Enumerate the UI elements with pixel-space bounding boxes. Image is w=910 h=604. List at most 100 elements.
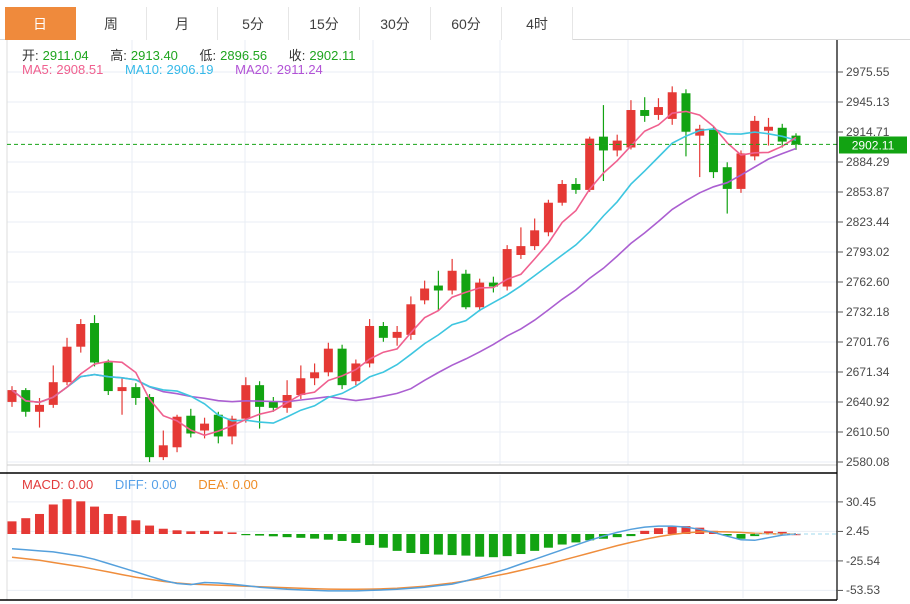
candle-body	[750, 121, 759, 157]
kline-chart-canvas[interactable]	[0, 0, 910, 604]
price-axis-label: 2671.34	[846, 365, 889, 379]
price-axis-label: 2853.87	[846, 185, 889, 199]
macd-histogram-bar	[214, 531, 223, 534]
ma10-value: 2906.19	[167, 62, 214, 77]
macd-histogram-bar	[241, 534, 250, 535]
tab-week[interactable]: 周	[76, 7, 147, 40]
period-tab-bar: 日 周 月 5分 15分 30分 60分 4时	[0, 0, 910, 40]
ma5-line	[12, 111, 796, 435]
tab-month[interactable]: 月	[147, 7, 218, 40]
candle-body	[475, 283, 484, 308]
macd-histogram-bar	[668, 527, 677, 534]
price-axis-label: 2945.13	[846, 95, 889, 109]
macd-histogram-bar	[461, 534, 470, 556]
candle-body	[379, 326, 388, 338]
macd-histogram-bar	[255, 534, 264, 536]
high-label: 高:	[110, 48, 127, 63]
price-axis-label: 2732.18	[846, 305, 889, 319]
macd-axis-label: 2.45	[846, 524, 869, 538]
candle-body	[599, 137, 608, 151]
macd-histogram-bar	[475, 534, 484, 557]
candle-body	[709, 130, 718, 172]
ma-info-row: MA5:2908.51 MA10:2906.19 MA20:2911.24	[22, 62, 327, 77]
open-label: 开:	[22, 48, 39, 63]
candle-body	[393, 332, 402, 338]
candle-body	[241, 385, 250, 419]
candle-body	[558, 184, 567, 203]
candle-body	[516, 246, 525, 255]
high-value: 2913.40	[131, 48, 178, 63]
candle-body	[736, 153, 745, 189]
macd-histogram-bar	[173, 530, 182, 534]
macd-histogram-bar	[351, 534, 360, 543]
macd-histogram-bar	[63, 499, 72, 534]
last-price-tag: 2902.11	[839, 137, 907, 154]
low-label: 低:	[200, 48, 217, 63]
tab-60min[interactable]: 60分	[431, 7, 502, 40]
macd-histogram-bar	[186, 531, 195, 534]
candle-body	[448, 271, 457, 291]
price-axis-label: 2793.02	[846, 245, 889, 259]
ma10-line	[12, 129, 796, 423]
tab-30min[interactable]: 30分	[360, 7, 431, 40]
diff-line	[12, 526, 796, 591]
tab-15min[interactable]: 15分	[289, 7, 360, 40]
ma5-label: MA5:	[22, 62, 52, 77]
tab-4hour[interactable]: 4时	[502, 7, 573, 40]
candle-body	[338, 349, 347, 385]
tab-label: 周	[104, 14, 118, 34]
macd-histogram-bar	[558, 534, 567, 545]
candle-body	[571, 184, 580, 190]
macd-axis-label: -53.53	[846, 583, 880, 597]
macd-histogram-bar	[296, 534, 305, 538]
macd-histogram-bar	[159, 529, 168, 534]
tab-5min[interactable]: 5分	[218, 7, 289, 40]
candle-body	[255, 385, 264, 407]
tab-label: 60分	[451, 14, 481, 34]
macd-histogram-bar	[21, 518, 30, 534]
macd-histogram-bar	[35, 514, 44, 534]
candle-body	[530, 230, 539, 246]
tab-day[interactable]: 日	[5, 7, 76, 40]
candle-body	[76, 324, 85, 347]
diff-value: 0.00	[151, 477, 176, 492]
macd-histogram-bar	[434, 534, 443, 555]
macd-histogram-bar	[118, 516, 127, 534]
tab-label: 5分	[242, 14, 264, 34]
candle-body	[35, 405, 44, 412]
macd-histogram-bar	[654, 528, 663, 534]
candle-body	[723, 167, 732, 189]
ma20-label: MA20:	[235, 62, 273, 77]
macd-histogram-bar	[90, 507, 99, 534]
candle-body	[118, 387, 127, 391]
macd-histogram-bar	[393, 534, 402, 551]
dea-value: 0.00	[233, 477, 258, 492]
ma20-line	[12, 149, 796, 403]
macd-histogram-bar	[379, 534, 388, 548]
macd-histogram-bar	[131, 520, 140, 534]
candle-body	[420, 289, 429, 301]
ma5-value: 2908.51	[56, 62, 103, 77]
dea-label: DEA:	[198, 477, 228, 492]
macd-axis-label: 30.45	[846, 495, 876, 509]
candle-body	[131, 387, 140, 398]
macd-histogram-bar	[448, 534, 457, 555]
macd-axis-label: -25.54	[846, 554, 880, 568]
candle-body	[269, 402, 278, 408]
macd-histogram-bar	[613, 534, 622, 537]
candle-body	[351, 363, 360, 381]
macd-histogram-bar	[516, 534, 525, 554]
macd-histogram-bar	[365, 534, 374, 545]
tab-label: 30分	[380, 14, 410, 34]
candle-body	[764, 127, 773, 131]
tab-label: 15分	[309, 14, 339, 34]
macd-histogram-bar	[49, 504, 58, 534]
tab-label: 4时	[526, 14, 548, 34]
macd-histogram-bar	[104, 514, 113, 534]
candle-body	[585, 139, 594, 190]
macd-histogram-bar	[283, 534, 292, 537]
macd-histogram-bar	[626, 534, 635, 536]
macd-histogram-bar	[338, 534, 347, 541]
close-label: 收:	[289, 48, 306, 63]
candle-body	[90, 323, 99, 362]
